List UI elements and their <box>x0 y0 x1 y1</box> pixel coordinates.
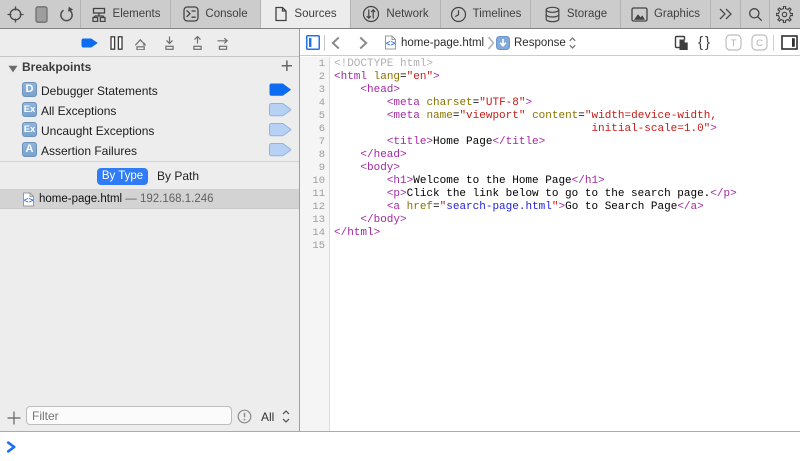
svg-text:C: C <box>756 38 763 49</box>
svg-text:<>: <> <box>386 39 396 48</box>
svg-text:<>: <> <box>24 196 34 205</box>
svg-text:T: T <box>731 38 737 49</box>
